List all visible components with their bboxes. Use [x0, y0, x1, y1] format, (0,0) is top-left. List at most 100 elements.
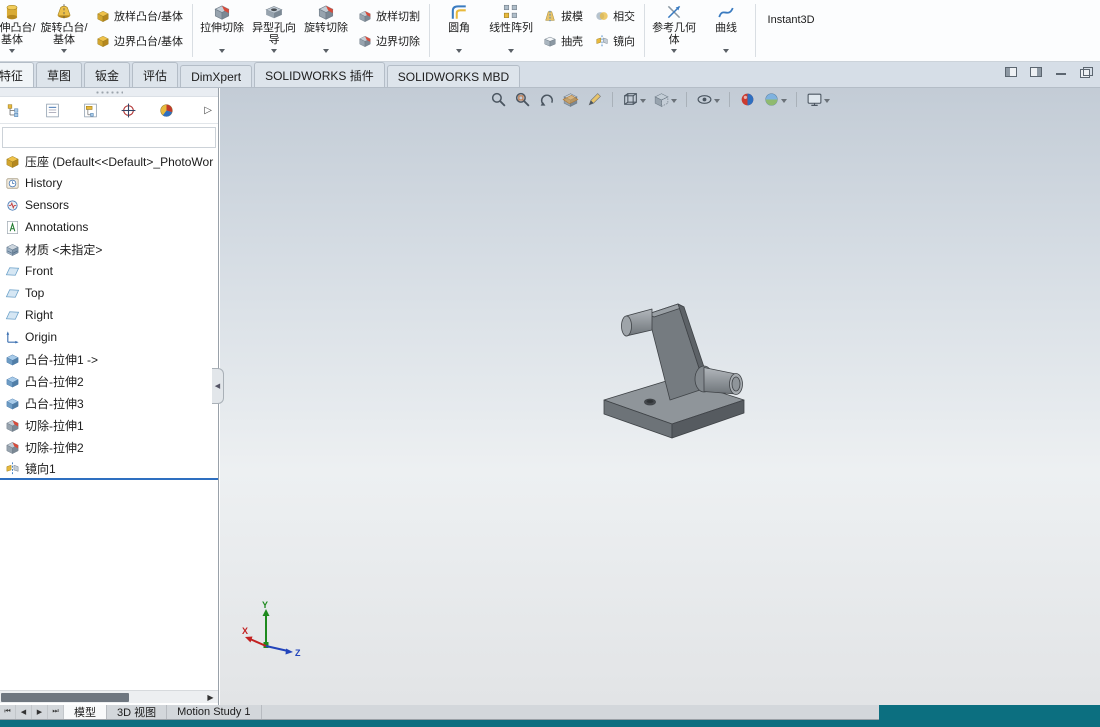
dropdown-arrow-icon	[456, 49, 463, 56]
dropdown-arrow-icon	[9, 49, 15, 56]
triad-x-label: X	[242, 626, 248, 636]
dropdown-arrow-icon	[323, 49, 330, 56]
extruded-boss-button[interactable]: 拉伸凸台/基体	[0, 0, 38, 61]
tree-item-history[interactable]: History	[0, 172, 218, 194]
tree-item-sensors[interactable]: Sensors	[0, 194, 218, 216]
reference-geometry-icon	[665, 2, 683, 22]
annotation-button[interactable]	[586, 91, 603, 108]
tree-item-boss-extrude2[interactable]: 凸台-拉伸2	[0, 370, 218, 392]
model-part[interactable]	[598, 288, 768, 453]
ribbon-button-label: 边界凸台/基体	[114, 35, 184, 48]
previous-view-button[interactable]	[538, 91, 555, 108]
lofted-cut-button[interactable]: 放样切割	[352, 7, 426, 24]
boundary-boss-button[interactable]: 边界凸台/基体	[90, 32, 189, 49]
pane-left-icon[interactable]	[1005, 67, 1017, 77]
ribbon-button-label: 边界切除	[376, 35, 421, 48]
plane-icon	[5, 308, 20, 323]
intersect-button[interactable]: 相交	[589, 7, 641, 24]
view-settings-button[interactable]	[806, 91, 830, 108]
zoom-area-icon	[514, 91, 531, 108]
tree-item-cut-extrude1[interactable]: 切除-拉伸1	[0, 414, 218, 436]
boss-extrude-icon	[5, 396, 20, 411]
mirror-icon	[595, 34, 609, 48]
hole-wizard-button[interactable]: 异型孔向导	[248, 0, 300, 61]
configuration-manager-icon[interactable]	[82, 102, 99, 119]
instant3d-button[interactable]: Instant3D	[759, 0, 823, 61]
tree-item-top-plane[interactable]: Top	[0, 282, 218, 304]
linear-pattern-button[interactable]: 线性阵列	[485, 0, 537, 61]
tree-filter-box[interactable]	[2, 127, 216, 148]
pane-right-icon[interactable]	[1030, 67, 1042, 77]
reference-geometry-button[interactable]: 参考几何体	[648, 0, 700, 61]
tab-dimxpert[interactable]: DimXpert	[180, 65, 253, 87]
tree-item-boss-extrude3[interactable]: 凸台-拉伸3	[0, 392, 218, 414]
hide-show-items-button[interactable]	[696, 91, 720, 108]
view-settings-icon	[806, 91, 823, 108]
minimize-icon[interactable]	[1055, 67, 1067, 77]
tab-3d-views[interactable]: 3D 视图	[107, 705, 168, 719]
ribbon-button-label: Instant3D	[767, 14, 815, 26]
scroll-right-icon[interactable]: ▶	[203, 691, 218, 704]
tree-item-annotations[interactable]: Annotations	[0, 216, 218, 238]
prev-tab-icon[interactable]: ◀	[16, 705, 32, 719]
tab-features[interactable]: 特征	[0, 62, 35, 87]
display-style-button[interactable]	[653, 91, 677, 108]
boundary-cut-button[interactable]: 边界切除	[352, 32, 426, 49]
shell-icon	[543, 34, 557, 48]
zoom-area-button[interactable]	[514, 91, 531, 108]
tree-item-right-plane[interactable]: Right	[0, 304, 218, 326]
draft-button[interactable]: 拔模	[537, 7, 589, 24]
tree-root-item[interactable]: 压座 (Default<<Default>_PhotoWor	[0, 150, 218, 172]
tree-item-label: Front	[25, 264, 54, 278]
fillet-icon	[450, 2, 468, 22]
dimxpert-manager-icon[interactable]	[120, 102, 137, 119]
revolved-cut-button[interactable]: 旋转切除	[300, 0, 352, 61]
tab-sketch[interactable]: 草图	[36, 62, 83, 87]
tab-model[interactable]: 模型	[64, 705, 107, 719]
section-view-button[interactable]	[562, 91, 579, 108]
tree-item-boss-extrude1[interactable]: 凸台-拉伸1 ->	[0, 348, 218, 370]
edit-appearance-button[interactable]	[739, 91, 756, 108]
first-tab-icon[interactable]: ⏮	[0, 705, 16, 719]
restore-icon[interactable]	[1080, 67, 1093, 78]
next-tab-icon[interactable]: ▶	[32, 705, 48, 719]
tree-item-front-plane[interactable]: Front	[0, 260, 218, 282]
view-orientation-button[interactable]	[622, 91, 646, 108]
command-manager-tabs: 特征 草图 钣金 评估 DimXpert SOLIDWORKS 插件 SOLID…	[0, 62, 1100, 88]
tree-item-material[interactable]: 材质 <未指定>	[0, 238, 218, 260]
tab-solidworks-addins[interactable]: SOLIDWORKS 插件	[254, 62, 385, 87]
display-manager-icon[interactable]	[158, 102, 175, 119]
apply-scene-button[interactable]	[763, 91, 787, 108]
shell-button[interactable]: 抽壳	[537, 32, 589, 49]
mirror-button[interactable]: 镜向	[589, 32, 641, 49]
boss-extrude-icon	[5, 352, 20, 367]
tree-item-cut-extrude2[interactable]: 切除-拉伸2	[0, 436, 218, 458]
last-tab-icon[interactable]: ⏭	[48, 705, 64, 719]
extruded-cut-button[interactable]: 拉伸切除	[196, 0, 248, 61]
tab-sheet-metal[interactable]: 钣金	[84, 62, 131, 87]
scrollbar-thumb[interactable]	[1, 692, 129, 702]
curves-button[interactable]: 曲线	[700, 0, 752, 61]
loft-cut-icon	[358, 9, 372, 23]
revolved-boss-button[interactable]: 旋转凸台/基体	[38, 0, 90, 61]
graphics-viewport[interactable]: Y X Z	[220, 88, 1100, 705]
tree-item-label: 材质 <未指定>	[25, 242, 103, 257]
tab-solidworks-mbd[interactable]: SOLIDWORKS MBD	[386, 65, 521, 87]
tab-evaluate[interactable]: 评估	[132, 62, 179, 87]
lofted-boss-button[interactable]: 放样凸台/基体	[90, 7, 189, 24]
property-manager-icon[interactable]	[44, 102, 61, 119]
feature-manager-icon[interactable]	[6, 102, 23, 119]
zoom-fit-button[interactable]	[490, 91, 507, 108]
panel-horizontal-scrollbar[interactable]: ▶	[0, 690, 218, 703]
tree-item-mirror1[interactable]: 镜向1	[0, 458, 218, 480]
tree-item-origin[interactable]: Origin	[0, 326, 218, 348]
manager-tabs-overflow-chevron-icon[interactable]: ▷	[204, 105, 212, 116]
heads-up-view-toolbar	[490, 91, 830, 108]
fillet-button[interactable]: 圆角	[433, 0, 485, 61]
origin-icon	[5, 330, 20, 345]
tree-item-label: 切除-拉伸1	[25, 418, 84, 433]
tab-motion-study-1[interactable]: Motion Study 1	[167, 705, 262, 719]
panel-collapse-tab[interactable]: ◀	[212, 368, 224, 404]
ribbon-button-label: 拔模	[561, 10, 584, 23]
panel-grip[interactable]	[0, 88, 218, 97]
